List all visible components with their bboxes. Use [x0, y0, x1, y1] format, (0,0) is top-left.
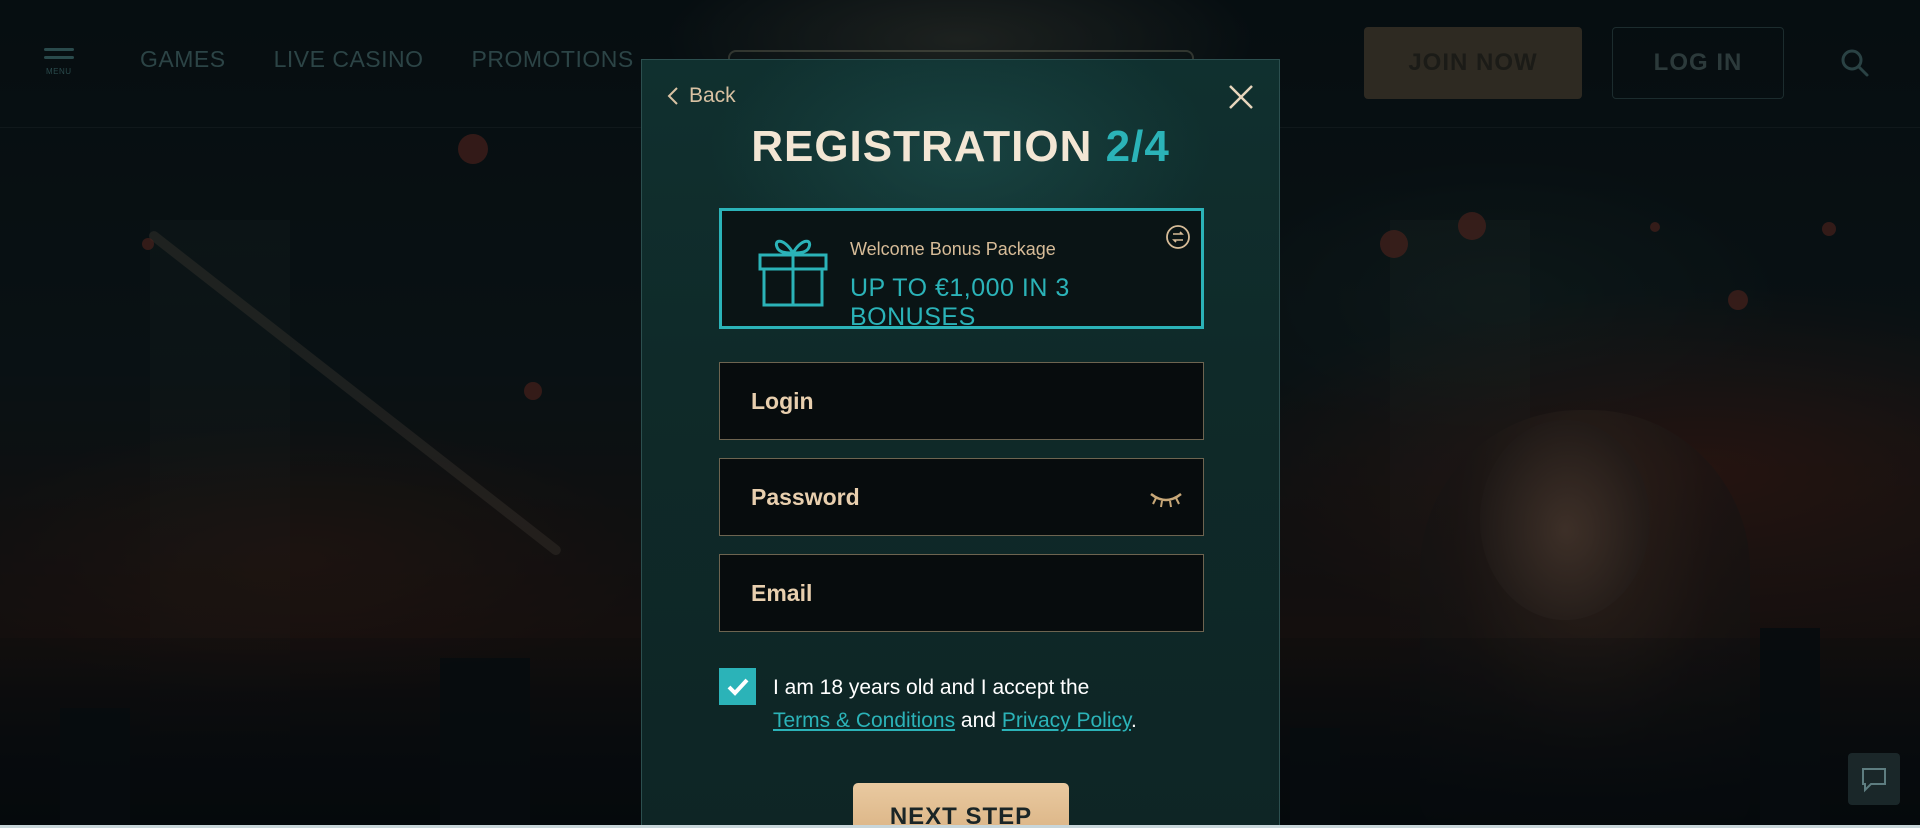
- terms-conditions-link[interactable]: Terms & Conditions: [773, 709, 955, 732]
- email-input[interactable]: [720, 555, 1203, 631]
- terms-text: I am 18 years old and I accept the Terms…: [773, 671, 1137, 737]
- age-terms-checkbox[interactable]: [719, 668, 756, 705]
- main-nav: GAMES LIVE CASINO PROMOTIONS: [140, 46, 634, 73]
- menu-button[interactable]: MENU: [44, 48, 76, 78]
- back-label: Back: [689, 84, 736, 107]
- nav-live-casino[interactable]: LIVE CASINO: [274, 46, 424, 73]
- login-input[interactable]: [720, 363, 1203, 439]
- gift-icon: [758, 239, 828, 307]
- welcome-bonus-card[interactable]: Welcome Bonus Package UP TO €1,000 IN 3 …: [719, 208, 1204, 331]
- hamburger-icon: [44, 48, 74, 51]
- title-text: REGISTRATION: [751, 122, 1093, 171]
- log-in-button[interactable]: LOG IN: [1612, 27, 1784, 99]
- privacy-policy-link[interactable]: Privacy Policy: [1002, 709, 1131, 732]
- join-now-button[interactable]: JOIN NOW: [1364, 27, 1582, 99]
- step-indicator: 2/4: [1105, 122, 1170, 171]
- login-field: [719, 362, 1204, 440]
- swap-icon[interactable]: [1165, 224, 1191, 250]
- hamburger-icon: [44, 56, 74, 59]
- page-title: REGISTRATION 2/4: [642, 122, 1279, 172]
- registration-modal: Back REGISTRATION 2/4 Welcome Bonus Pack…: [641, 59, 1280, 828]
- nav-promotions[interactable]: PROMOTIONS: [472, 46, 634, 73]
- terms-intro: I am 18 years old and I accept the: [773, 676, 1090, 699]
- chat-bubble-icon: [1862, 768, 1886, 793]
- chevron-left-icon: [667, 87, 678, 105]
- next-step-button[interactable]: NEXT STEP: [853, 783, 1069, 828]
- menu-label: MENU: [46, 67, 72, 76]
- close-icon: [1229, 85, 1253, 109]
- bonus-amount: UP TO €1,000 IN 3 BONUSES: [850, 274, 1070, 331]
- search-button[interactable]: [1840, 48, 1872, 80]
- eye-closed-icon[interactable]: [1148, 486, 1184, 510]
- terms-and: and: [960, 709, 996, 732]
- password-field: [719, 458, 1204, 536]
- close-button[interactable]: [1228, 84, 1254, 110]
- back-button[interactable]: Back: [667, 84, 736, 108]
- email-field: [719, 554, 1204, 632]
- terms-period: .: [1130, 709, 1137, 732]
- search-icon: [1841, 49, 1869, 77]
- checkmark-icon: [727, 678, 748, 696]
- password-input[interactable]: [720, 459, 1203, 535]
- terms-agreement: I am 18 years old and I accept the Terms…: [719, 668, 1204, 738]
- nav-games[interactable]: GAMES: [140, 46, 226, 73]
- bonus-label: Welcome Bonus Package: [850, 239, 1056, 259]
- chat-button[interactable]: [1848, 753, 1900, 805]
